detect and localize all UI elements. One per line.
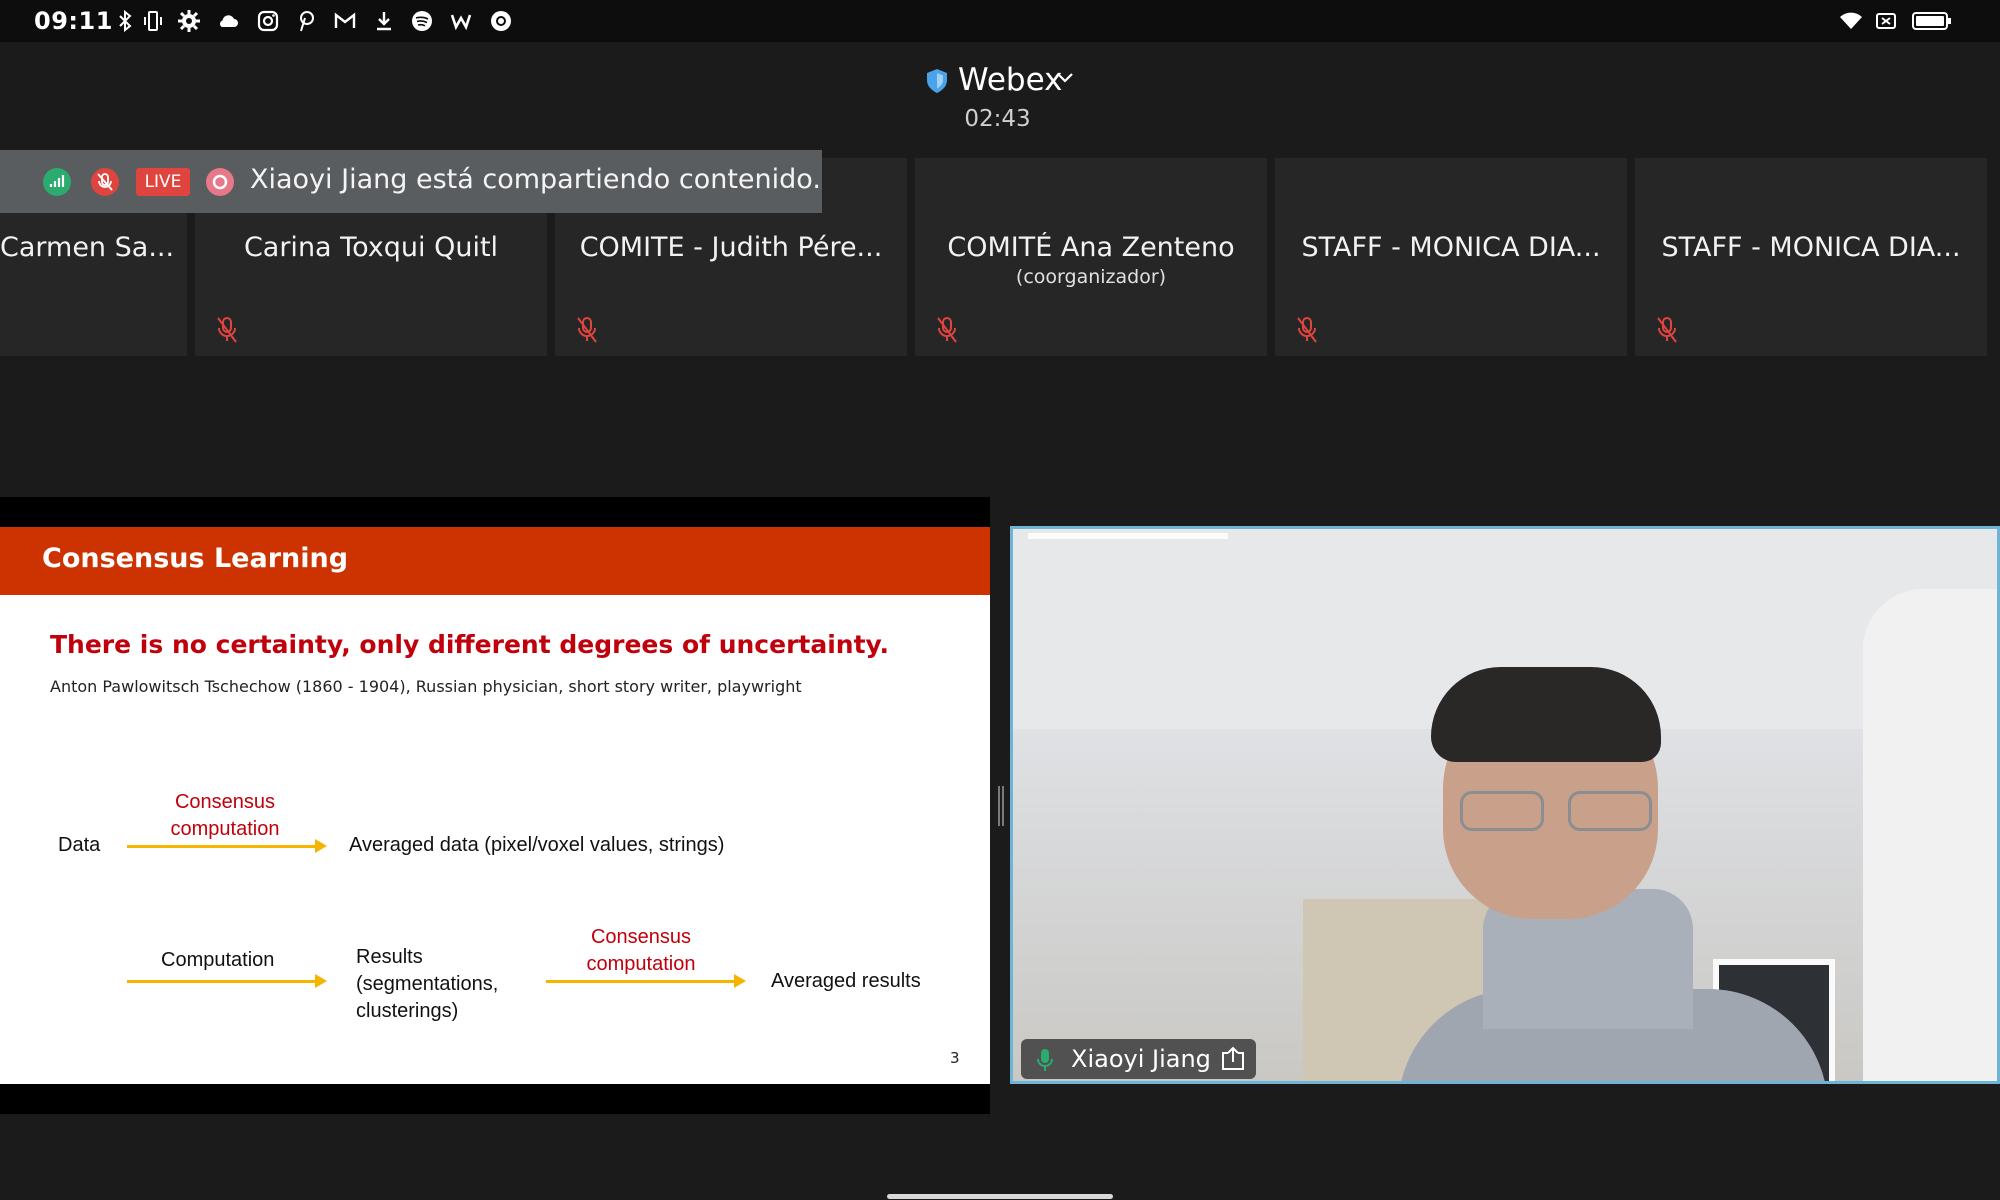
speaker-hair (1431, 667, 1661, 762)
slide-quote: There is no certainty, only different de… (50, 630, 890, 659)
live-badge: LIVE (136, 168, 190, 196)
meeting-title[interactable]: Webex (958, 62, 1062, 98)
pinterest-icon (300, 11, 314, 32)
participant-tile[interactable]: COMITÉ Ana Zenteno (coorganizador) (915, 158, 1267, 356)
participant-name: Carmen Sa... (0, 232, 175, 263)
speaker-video[interactable]: Xiaoyi Jiang (1010, 526, 2000, 1084)
wifi-icon (1840, 12, 1862, 29)
participant-tile[interactable]: STAFF - MONICA DIA... (1635, 158, 1987, 356)
no-sim-icon (1876, 13, 1896, 29)
status-time: 09:11 (34, 7, 113, 35)
vibrate-icon (144, 11, 162, 31)
slide-page-number: 3 (950, 1049, 960, 1067)
status-bar: 09:11 (0, 0, 2000, 42)
slide-title: Consensus Learning (42, 543, 349, 574)
diagram-computation-label: Computation (161, 949, 275, 971)
glasses-left (1460, 791, 1544, 831)
ceiling-light (1028, 533, 1228, 539)
speaker-name: Xiaoyi Jiang (1071, 1045, 1211, 1073)
pillar (1863, 589, 1997, 1081)
glasses-right (1568, 791, 1652, 831)
slide-quote-attribution: Anton Pawlowitsch Tschechow (1860 - 1904… (50, 677, 802, 696)
participant-tile[interactable]: STAFF - MONICA DIA... (1275, 158, 1627, 356)
meeting-timer: 02:43 (964, 106, 1031, 132)
mic-muted-icon[interactable] (90, 167, 120, 197)
instagram-icon (257, 10, 279, 32)
mic-muted-icon (1297, 317, 1317, 343)
diagram-arrowhead (734, 974, 746, 988)
diagram-averaged-data-label: Averaged data (pixel/voxel values, strin… (349, 834, 725, 856)
share-screen-icon (1222, 1046, 1244, 1070)
record-icon[interactable] (205, 167, 235, 197)
diagram-arrowhead (315, 974, 327, 988)
download-icon (377, 12, 391, 31)
speaker-name-tag: Xiaoyi Jiang (1021, 1039, 1256, 1079)
mic-muted-icon (1657, 317, 1677, 343)
diagram-data-label: Data (58, 834, 101, 856)
diagram-consensus-label: Consensus computation (586, 926, 696, 975)
diagram-arrow (127, 845, 317, 848)
participant-name: Carina Toxqui Quitl (243, 232, 499, 263)
circle-app-icon (491, 11, 511, 31)
participant-name: STAFF - MONICA DIA... (1301, 232, 1601, 263)
gmail-icon (334, 12, 356, 28)
mic-icon (1037, 1049, 1053, 1071)
shared-slide[interactable]: Consensus Learning There is no certainty… (0, 527, 990, 1084)
participant-name: COMITÉ Ana Zenteno (947, 232, 1235, 263)
diagram-averaged-results-label: Averaged results (771, 970, 921, 992)
pane-resize-handle[interactable] (998, 786, 1004, 826)
participant-name: COMITE - Judith Pére... (579, 232, 883, 263)
battery-icon (1912, 12, 1951, 30)
app-icon (450, 14, 472, 31)
participant-name: STAFF - MONICA DIA... (1661, 232, 1961, 263)
diagram-arrowhead (315, 839, 327, 853)
diagram-results-label: Results (segmentations, clusterings) (356, 946, 499, 1022)
diagram-arrow (127, 980, 317, 983)
bluetooth-icon (119, 9, 132, 33)
chevron-down-icon[interactable] (1055, 70, 1075, 86)
settings-icon (178, 10, 200, 32)
sharing-status-text: Xiaoyi Jiang está compartiendo contenido… (250, 164, 821, 195)
sharing-banner: LIVE Xiaoyi Jiang está compartiendo cont… (0, 150, 822, 213)
network-quality-icon[interactable] (42, 167, 72, 197)
spotify-icon (412, 11, 432, 31)
home-gesture-bar[interactable] (887, 1194, 1113, 1199)
mic-muted-icon (577, 317, 597, 343)
mic-muted-icon (937, 317, 957, 343)
cloud-icon (220, 15, 238, 27)
diagram-consensus-label: Consensus computation (170, 791, 280, 840)
mic-muted-icon (217, 317, 237, 343)
slide-header: Consensus Learning (0, 527, 990, 595)
diagram-arrow (546, 980, 736, 983)
participant-role: (coorganizador) (1015, 266, 1167, 288)
shield-icon (927, 69, 947, 93)
